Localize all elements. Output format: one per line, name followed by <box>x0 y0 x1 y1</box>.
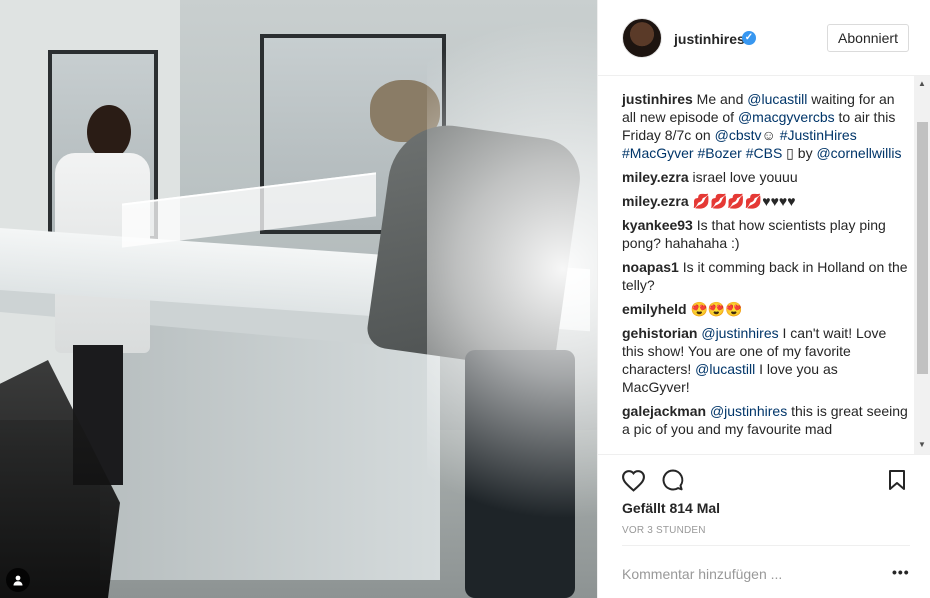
mention-link[interactable]: @cornellwillis <box>816 145 901 161</box>
comment-username[interactable]: gehistorian <box>622 325 697 341</box>
verified-badge-icon: ✓ <box>742 31 756 45</box>
studio-light-glow <box>427 0 597 598</box>
comment-item: miley.ezra israel love youuu <box>622 168 909 186</box>
comment-item: gehistorian @justinhires I can't wait! L… <box>622 324 909 396</box>
mention-link[interactable]: #Bozer <box>697 145 741 161</box>
comment-username[interactable]: kyankee93 <box>622 217 693 233</box>
comment-username[interactable]: miley.ezra <box>622 169 689 185</box>
comment-item: galejackman @justinhires this is great s… <box>622 402 909 438</box>
mention-link[interactable]: @justinhires <box>701 325 778 341</box>
following-button[interactable]: Abonniert <box>827 24 909 52</box>
comment-item: justinhires Me and @lucastill waiting fo… <box>622 90 909 162</box>
post-timestamp[interactable]: VOR 3 STUNDEN <box>622 525 706 536</box>
user-tag-icon[interactable] <box>6 568 30 592</box>
mention-link[interactable]: @macgyvercbs <box>738 109 835 125</box>
mention-link[interactable]: @lucastill <box>747 91 807 107</box>
scrollbar-thumb[interactable] <box>917 122 928 374</box>
post-photo[interactable] <box>0 0 597 598</box>
comment-text: ☺ <box>761 127 780 143</box>
scroll-up-icon[interactable]: ▲ <box>918 79 926 88</box>
comment-text: israel love youuu <box>688 169 798 185</box>
post-author-username[interactable]: justinhires <box>674 31 745 47</box>
heart-icon[interactable] <box>620 467 646 493</box>
comment-text: 💋💋💋💋♥♥♥♥ <box>688 193 796 209</box>
more-options-button[interactable]: ••• <box>892 564 910 580</box>
avatar[interactable] <box>622 18 662 58</box>
comment-username[interactable]: emilyheld <box>622 301 687 317</box>
scroll-down-icon[interactable]: ▼ <box>918 440 926 449</box>
comment-item: emilyheld 😍😍😍 <box>622 300 909 318</box>
comment-item: miley.ezra 💋💋💋💋♥♥♥♥ <box>622 192 909 210</box>
bookmark-icon[interactable] <box>884 467 910 493</box>
mention-link[interactable]: #MacGyver <box>622 145 694 161</box>
comment-username[interactable]: miley.ezra <box>622 193 689 209</box>
comment-username[interactable]: noapas1 <box>622 259 679 275</box>
post-header: justinhires ✓ Abonniert <box>598 0 930 76</box>
mention-link[interactable]: @cbstv <box>715 127 762 143</box>
comment-text: 😍😍😍 <box>686 301 743 317</box>
add-comment-bar: ••• <box>622 545 910 598</box>
comment-input[interactable] <box>622 564 882 584</box>
comment-item: kyankee93 Is that how scientists play pi… <box>622 216 909 252</box>
mention-link[interactable]: @justinhires <box>710 403 787 419</box>
mention-link[interactable]: @lucastill <box>695 361 755 377</box>
mention-link[interactable]: #JustinHires <box>780 127 857 143</box>
post-actions <box>598 454 930 502</box>
comment-text: Me and <box>692 91 748 107</box>
like-count[interactable]: Gefällt 814 Mal <box>622 500 720 516</box>
comment-bubble-icon[interactable] <box>660 467 686 493</box>
mention-link[interactable]: #CBS <box>746 145 783 161</box>
comment-username[interactable]: galejackman <box>622 403 706 419</box>
post-side-panel: justinhires ✓ Abonniert justinhires Me a… <box>597 0 930 598</box>
comment-item: noapas1 Is it comming back in Holland on… <box>622 258 909 294</box>
comment-text: ▯ by <box>782 145 817 161</box>
comments-list: justinhires Me and @lucastill waiting fo… <box>598 76 930 454</box>
comments-scrollbar[interactable]: ▲ ▼ <box>914 76 930 454</box>
comment-username[interactable]: justinhires <box>622 91 693 107</box>
